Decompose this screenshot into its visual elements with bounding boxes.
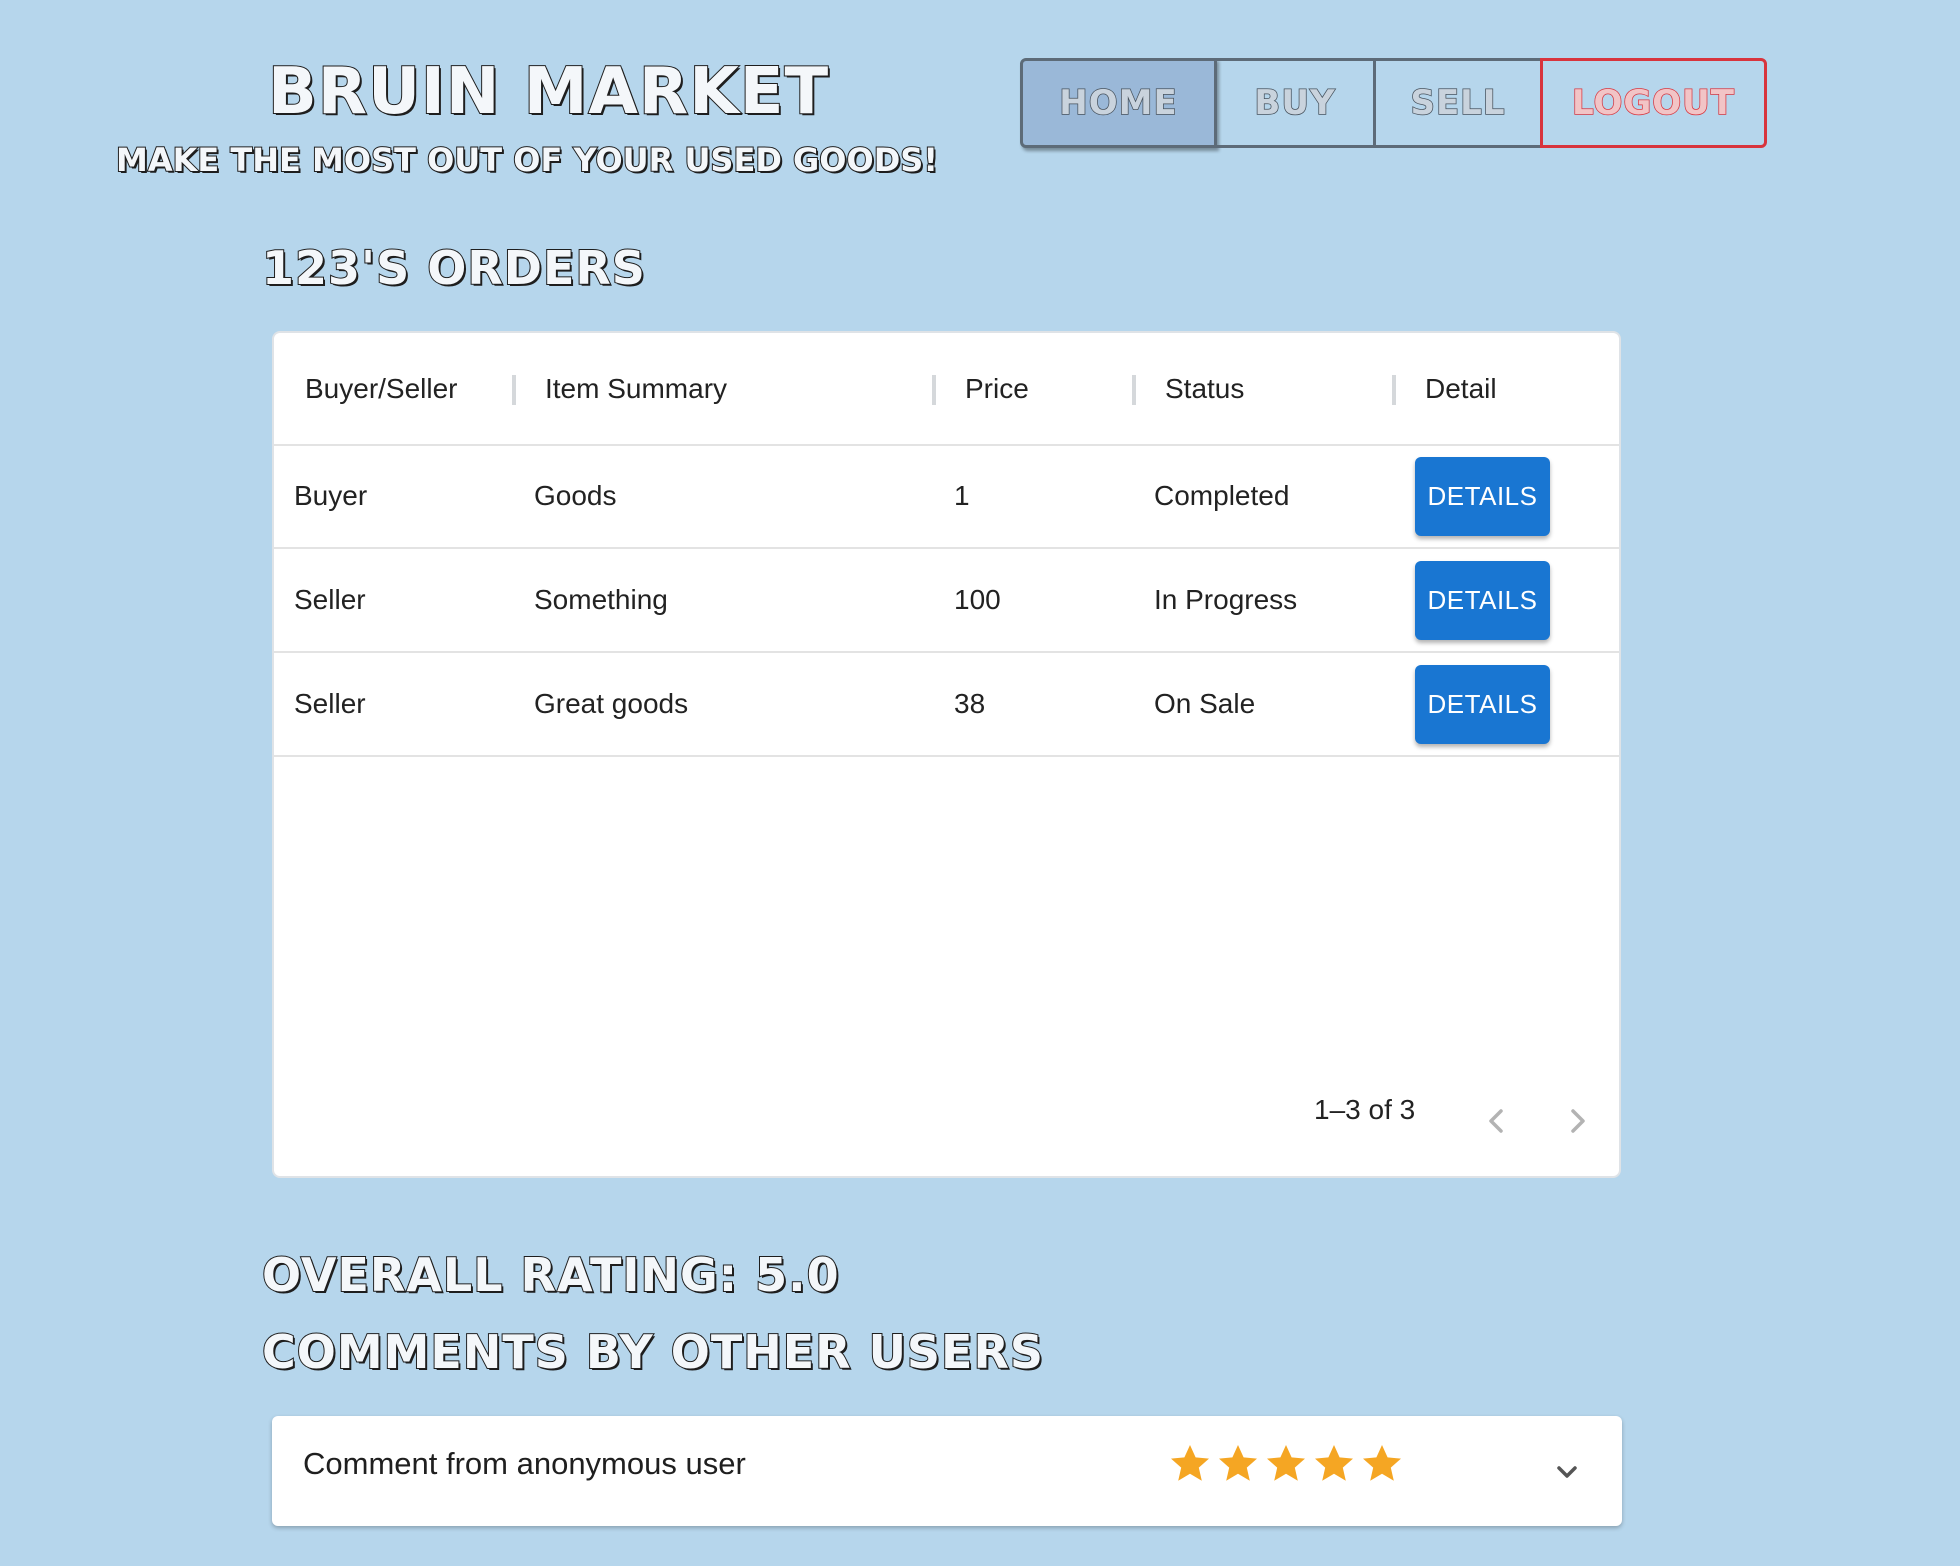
- comment-summary: Comment from anonymous user: [303, 1446, 746, 1481]
- nav-buy-button[interactable]: Buy: [1214, 58, 1376, 148]
- brand-title: Bruin Market: [267, 55, 830, 129]
- star-icon: [1315, 1445, 1353, 1481]
- cell-item: Something: [534, 584, 668, 615]
- cell-role: Seller: [294, 584, 366, 615]
- cell-item: Goods: [534, 480, 617, 511]
- table-row: Buyer Goods 1 Completed Details: [274, 444, 1619, 549]
- top-nav: Home Buy Sell Logout: [1020, 58, 1767, 148]
- cell-role: Buyer: [294, 480, 368, 511]
- chevron-down-icon[interactable]: [1547, 1452, 1587, 1492]
- cell-role: Seller: [294, 688, 366, 719]
- cell-status: In Progress: [1154, 584, 1298, 615]
- pagination-range: 1–3 of 3: [1314, 1094, 1416, 1125]
- details-button[interactable]: Details: [1415, 457, 1550, 536]
- cell-price: 100: [954, 584, 1001, 615]
- cell-price: 1: [954, 480, 970, 511]
- chevron-left-icon[interactable]: [1477, 1101, 1517, 1141]
- cell-item: Great goods: [534, 688, 689, 719]
- nav-logout-button[interactable]: Logout: [1540, 58, 1767, 148]
- column-header-buyer-seller[interactable]: Buyer/Seller: [305, 333, 458, 444]
- table-header: Buyer/Seller Item Summary Price Status D…: [274, 333, 1619, 446]
- cell-status: On Sale: [1154, 688, 1256, 719]
- star-icon: [1219, 1445, 1257, 1481]
- cell-status: Completed: [1154, 480, 1290, 511]
- column-header-status[interactable]: Status: [1165, 333, 1244, 444]
- column-header-detail[interactable]: Detail: [1425, 333, 1497, 444]
- column-separator[interactable]: [1392, 375, 1396, 405]
- column-separator[interactable]: [932, 375, 936, 405]
- orders-table: Buyer/Seller Item Summary Price Status D…: [272, 331, 1621, 1178]
- cell-price: 38: [954, 688, 986, 719]
- column-separator[interactable]: [1132, 375, 1136, 405]
- orders-title: 123's Orders: [261, 240, 646, 296]
- star-icon: [1267, 1445, 1305, 1481]
- star-icon: [1171, 1445, 1209, 1481]
- nav-sell-button[interactable]: Sell: [1373, 58, 1543, 148]
- comment-accordion[interactable]: Comment from anonymous user: [272, 1416, 1622, 1526]
- brand-tagline: Make the most out of your used goods!: [115, 140, 939, 180]
- comments-title: Comments by other users: [261, 1324, 1045, 1380]
- details-button[interactable]: Details: [1415, 561, 1550, 640]
- table-row: Seller Great goods 38 On Sale Details: [274, 652, 1619, 757]
- overall-rating-title: Overall Rating: 5.0: [261, 1247, 840, 1303]
- column-header-item-summary[interactable]: Item Summary: [545, 333, 727, 444]
- star-icon: [1363, 1445, 1401, 1481]
- column-separator[interactable]: [512, 375, 516, 405]
- star-rating: [1166, 1440, 1406, 1488]
- nav-home-button[interactable]: Home: [1020, 58, 1217, 148]
- table-row: Seller Something 100 In Progress Details: [274, 548, 1619, 653]
- chevron-right-icon[interactable]: [1557, 1101, 1597, 1141]
- details-button[interactable]: Details: [1415, 665, 1550, 744]
- column-header-price[interactable]: Price: [965, 333, 1029, 444]
